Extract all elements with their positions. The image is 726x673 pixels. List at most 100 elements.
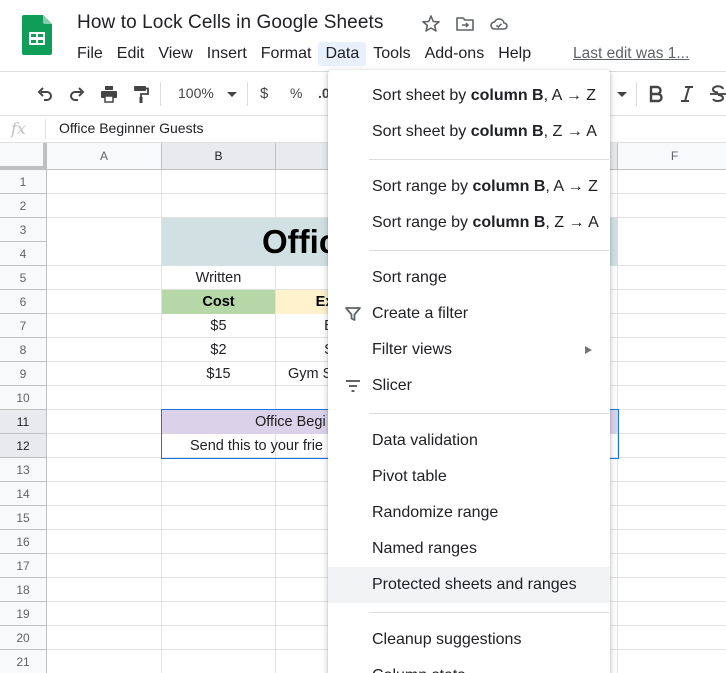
menu-data[interactable]: Data	[318, 42, 367, 66]
cleanup-suggestions-item[interactable]: Cleanup suggestions	[328, 622, 610, 658]
data-menu-dropdown: Sort sheet by column B, A → Z Sort sheet…	[328, 70, 610, 673]
row-header[interactable]: 17	[0, 554, 47, 578]
row-header[interactable]: 10	[0, 386, 47, 410]
menu-add-ons[interactable]: Add-ons	[418, 42, 492, 66]
toolbar-divider	[160, 82, 161, 106]
row-header[interactable]: 2	[0, 194, 47, 218]
document-title[interactable]: How to Lock Cells in Google Sheets	[77, 12, 384, 34]
sort-order-label: , Z → A	[543, 123, 597, 140]
row-header[interactable]: 21	[0, 650, 47, 673]
row-header[interactable]: 8	[0, 338, 47, 362]
menu-tools[interactable]: Tools	[366, 42, 417, 66]
column-header-f[interactable]: F	[618, 143, 726, 170]
filter-views-label: Filter views	[372, 341, 453, 358]
row-header[interactable]: 4	[0, 242, 47, 266]
menu-file[interactable]: File	[70, 42, 110, 66]
create-filter-item[interactable]: Create a filter	[328, 296, 610, 332]
sort-label: Sort range by	[372, 214, 473, 231]
row-header[interactable]: 12	[0, 434, 47, 458]
bold-icon[interactable]	[646, 84, 666, 104]
sort-column-label: column B	[472, 178, 546, 195]
print-icon[interactable]	[99, 84, 119, 104]
select-all-corner[interactable]	[0, 143, 47, 170]
menu-separator	[369, 250, 609, 251]
fx-icon: fx	[11, 119, 26, 138]
sort-order-label: , A → Z	[545, 178, 598, 195]
sheets-logo-icon[interactable]	[22, 15, 52, 55]
sort-label: Sort range by	[372, 178, 473, 195]
sort-order-label: , A → Z	[543, 87, 597, 104]
row-header[interactable]: 18	[0, 578, 47, 602]
sort-label: Sort sheet by	[372, 87, 471, 104]
data-validation-item[interactable]: Data validation	[328, 423, 610, 459]
slicer-icon	[346, 380, 360, 392]
cell-b8[interactable]: $2	[162, 338, 275, 362]
row-header[interactable]: 9	[0, 362, 47, 386]
row-header[interactable]: 6	[0, 290, 47, 314]
zoom-select[interactable]: 100%	[178, 85, 214, 101]
protected-sheets-item[interactable]: Protected sheets and ranges	[328, 567, 610, 603]
column-stats-item[interactable]: Column stats	[328, 658, 610, 673]
menu-edit[interactable]: Edit	[110, 42, 152, 66]
menu-insert[interactable]: Insert	[200, 42, 254, 66]
submenu-arrow-icon	[585, 346, 592, 354]
filter-views-item[interactable]: Filter views	[328, 332, 610, 368]
slicer-item[interactable]: Slicer	[328, 368, 610, 404]
slicer-label: Slicer	[372, 377, 413, 394]
column-header-b[interactable]: B	[162, 143, 276, 170]
app-header: How to Lock Cells in Google Sheets File …	[0, 0, 726, 72]
sort-column-label: column B	[470, 87, 544, 104]
row-header[interactable]: 14	[0, 482, 47, 506]
move-folder-icon[interactable]	[455, 14, 475, 34]
menu-view[interactable]: View	[151, 42, 199, 66]
toolbar-divider	[636, 82, 637, 106]
sort-range-za-item[interactable]: Sort range by column B, Z → A	[328, 205, 610, 241]
paint-format-icon[interactable]	[131, 84, 151, 104]
row-header[interactable]: 20	[0, 626, 47, 650]
last-edit-link[interactable]: Last edit was 1...	[573, 45, 689, 63]
row-header[interactable]: 15	[0, 506, 47, 530]
row-header[interactable]: 1	[0, 170, 47, 194]
star-icon[interactable]	[421, 14, 441, 34]
currency-format-button[interactable]: $	[260, 85, 268, 102]
sort-label: Sort sheet by	[372, 123, 471, 140]
row-header[interactable]: 16	[0, 530, 47, 554]
row-header[interactable]: 13	[0, 458, 47, 482]
chevron-down-icon[interactable]	[612, 84, 632, 104]
pivot-table-item[interactable]: Pivot table	[328, 459, 610, 495]
menu-format[interactable]: Format	[254, 42, 319, 66]
cell-b7[interactable]: $5	[162, 314, 275, 338]
row-header[interactable]: 5	[0, 266, 47, 290]
percent-format-button[interactable]: %	[290, 85, 302, 101]
menu-separator	[369, 159, 609, 160]
row-header[interactable]: 11	[0, 410, 47, 434]
cell-b9[interactable]: $15	[162, 362, 275, 386]
randomize-range-item[interactable]: Randomize range	[328, 495, 610, 531]
named-ranges-item[interactable]: Named ranges	[328, 531, 610, 567]
menu-bar: File Edit View Insert Format Data Tools …	[70, 40, 538, 68]
sort-sheet-za-item[interactable]: Sort sheet by column B, Z → A	[328, 114, 610, 150]
sort-range-az-item[interactable]: Sort range by column B, A → Z	[328, 169, 610, 205]
chevron-down-icon[interactable]	[222, 84, 242, 104]
menu-separator	[369, 413, 609, 414]
undo-icon[interactable]	[35, 84, 55, 104]
formula-input[interactable]: Office Beginner Guests	[59, 120, 203, 136]
row-header[interactable]: 3	[0, 218, 47, 242]
italic-icon[interactable]	[677, 84, 697, 104]
formula-bar-divider	[45, 119, 46, 139]
cell-b5[interactable]: Written	[162, 266, 275, 290]
strikethrough-icon[interactable]	[708, 84, 726, 104]
redo-icon[interactable]	[67, 84, 87, 104]
toolbar-divider	[247, 82, 248, 106]
menu-separator	[369, 612, 609, 613]
sort-sheet-az-item[interactable]: Sort sheet by column B, A → Z	[328, 78, 610, 114]
cloud-saved-icon[interactable]	[489, 14, 509, 34]
sort-range-item[interactable]: Sort range	[328, 260, 610, 296]
menu-help[interactable]: Help	[491, 42, 538, 66]
cell-cost-header[interactable]: Cost	[162, 290, 275, 314]
sort-column-label: column B	[470, 123, 544, 140]
row-header[interactable]: 19	[0, 602, 47, 626]
column-header-a[interactable]: A	[47, 143, 162, 170]
row-header[interactable]: 7	[0, 314, 47, 338]
filter-icon	[345, 307, 361, 321]
